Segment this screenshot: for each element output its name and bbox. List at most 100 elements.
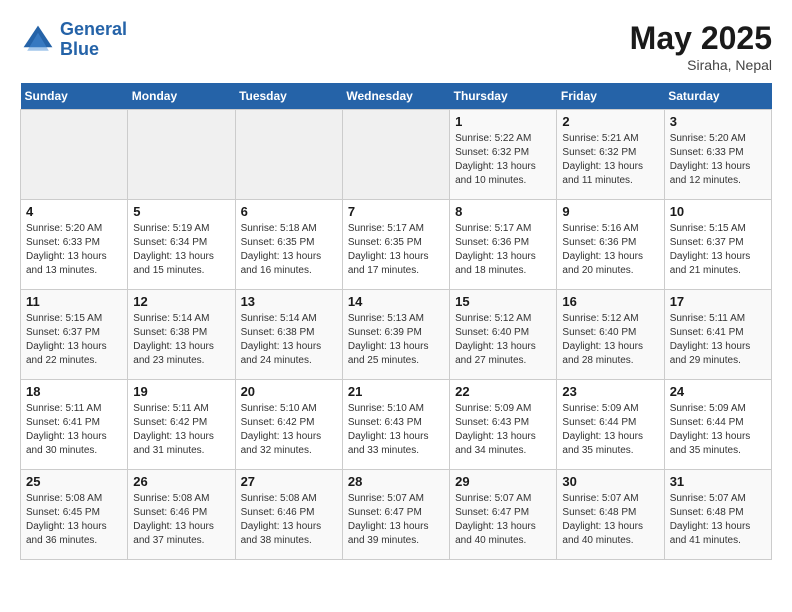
day-number: 18	[26, 384, 122, 399]
header-saturday: Saturday	[664, 83, 771, 110]
header-row: Sunday Monday Tuesday Wednesday Thursday…	[21, 83, 772, 110]
day-number: 11	[26, 294, 122, 309]
logo-text: General Blue	[60, 20, 127, 60]
table-cell: 10Sunrise: 5:15 AM Sunset: 6:37 PM Dayli…	[664, 200, 771, 290]
cell-content: Sunrise: 5:07 AM Sunset: 6:47 PM Dayligh…	[348, 492, 444, 548]
day-number: 13	[241, 294, 337, 309]
day-number: 1	[455, 114, 551, 129]
cell-content: Sunrise: 5:07 AM Sunset: 6:48 PM Dayligh…	[562, 492, 658, 548]
day-number: 2	[562, 114, 658, 129]
table-cell: 1 Sunrise: 5:22 AM Sunset: 6:32 PM Daylig…	[450, 110, 557, 200]
cell-content: Sunrise: 5:09 AM Sunset: 6:44 PM Dayligh…	[670, 402, 766, 458]
logo-icon	[20, 22, 56, 58]
header-sunday: Sunday	[21, 83, 128, 110]
day-number: 6	[241, 204, 337, 219]
logo-line1: General	[60, 19, 127, 39]
table-cell: 26Sunrise: 5:08 AM Sunset: 6:46 PM Dayli…	[128, 470, 235, 560]
month-year: May 2025	[630, 20, 772, 57]
header-wednesday: Wednesday	[342, 83, 449, 110]
table-cell: 27 Sunrise: 5:08 AM Sunset: 6:46 PM Dayli…	[235, 470, 342, 560]
table-cell	[235, 110, 342, 200]
table-cell: 2Sunrise: 5:21 AM Sunset: 6:32 PM Daylig…	[557, 110, 664, 200]
week-row-1: 4Sunrise: 5:20 AM Sunset: 6:33 PM Daylig…	[21, 200, 772, 290]
cell-content: Sunrise: 5:10 AM Sunset: 6:42 PM Dayligh…	[241, 402, 337, 458]
table-cell: 23 Sunrise: 5:09 AM Sunset: 6:44 PM Dayli…	[557, 380, 664, 470]
cell-content: Sunrise: 5:07 AM Sunset: 6:47 PM Dayligh…	[455, 492, 551, 548]
day-number: 16	[562, 294, 658, 309]
cell-content: Sunrise: 5:12 AM Sunset: 6:40 PM Dayligh…	[455, 312, 551, 368]
cell-content: Sunrise: 5:10 AM Sunset: 6:43 PM Dayligh…	[348, 402, 444, 458]
table-cell	[342, 110, 449, 200]
header-thursday: Thursday	[450, 83, 557, 110]
logo-line2: Blue	[60, 39, 99, 59]
day-number: 14	[348, 294, 444, 309]
table-cell: 20 Sunrise: 5:10 AM Sunset: 6:42 PM Dayli…	[235, 380, 342, 470]
cell-content: Sunrise: 5:09 AM Sunset: 6:43 PM Dayligh…	[455, 402, 551, 458]
cell-content: Sunrise: 5:11 AM Sunset: 6:41 PM Dayligh…	[26, 402, 122, 458]
day-number: 29	[455, 474, 551, 489]
table-cell: 18 Sunrise: 5:11 AM Sunset: 6:41 PM Dayli…	[21, 380, 128, 470]
day-number: 7	[348, 204, 444, 219]
table-cell: 25 Sunrise: 5:08 AM Sunset: 6:45 PM Dayli…	[21, 470, 128, 560]
day-number: 30	[562, 474, 658, 489]
cell-content: Sunrise: 5:17 AM Sunset: 6:35 PM Dayligh…	[348, 222, 444, 278]
day-number: 8	[455, 204, 551, 219]
page-header: General Blue May 2025 Siraha, Nepal	[20, 20, 772, 73]
table-cell: 5Sunrise: 5:19 AM Sunset: 6:34 PM Daylig…	[128, 200, 235, 290]
table-cell: 30 Sunrise: 5:07 AM Sunset: 6:48 PM Dayli…	[557, 470, 664, 560]
table-cell: 4Sunrise: 5:20 AM Sunset: 6:33 PM Daylig…	[21, 200, 128, 290]
header-monday: Monday	[128, 83, 235, 110]
cell-content: Sunrise: 5:22 AM Sunset: 6:32 PM Dayligh…	[455, 132, 551, 188]
day-number: 31	[670, 474, 766, 489]
table-cell: 16 Sunrise: 5:12 AM Sunset: 6:40 PM Dayli…	[557, 290, 664, 380]
day-number: 27	[241, 474, 337, 489]
table-cell	[128, 110, 235, 200]
cell-content: Sunrise: 5:20 AM Sunset: 6:33 PM Dayligh…	[670, 132, 766, 188]
table-cell: 12Sunrise: 5:14 AM Sunset: 6:38 PM Dayli…	[128, 290, 235, 380]
cell-content: Sunrise: 5:07 AM Sunset: 6:48 PM Dayligh…	[670, 492, 766, 548]
cell-content: Sunrise: 5:16 AM Sunset: 6:36 PM Dayligh…	[562, 222, 658, 278]
table-cell: 29 Sunrise: 5:07 AM Sunset: 6:47 PM Dayli…	[450, 470, 557, 560]
cell-content: Sunrise: 5:17 AM Sunset: 6:36 PM Dayligh…	[455, 222, 551, 278]
cell-content: Sunrise: 5:08 AM Sunset: 6:46 PM Dayligh…	[241, 492, 337, 548]
table-cell: 6 Sunrise: 5:18 AM Sunset: 6:35 PM Daylig…	[235, 200, 342, 290]
title-block: May 2025 Siraha, Nepal	[630, 20, 772, 73]
cell-content: Sunrise: 5:13 AM Sunset: 6:39 PM Dayligh…	[348, 312, 444, 368]
table-cell: 13Sunrise: 5:14 AM Sunset: 6:38 PM Dayli…	[235, 290, 342, 380]
cell-content: Sunrise: 5:18 AM Sunset: 6:35 PM Dayligh…	[241, 222, 337, 278]
day-number: 28	[348, 474, 444, 489]
cell-content: Sunrise: 5:14 AM Sunset: 6:38 PM Dayligh…	[133, 312, 229, 368]
cell-content: Sunrise: 5:09 AM Sunset: 6:44 PM Dayligh…	[562, 402, 658, 458]
cell-content: Sunrise: 5:11 AM Sunset: 6:41 PM Dayligh…	[670, 312, 766, 368]
day-number: 19	[133, 384, 229, 399]
cell-content: Sunrise: 5:19 AM Sunset: 6:34 PM Dayligh…	[133, 222, 229, 278]
day-number: 15	[455, 294, 551, 309]
table-cell: 28 Sunrise: 5:07 AM Sunset: 6:47 PM Dayli…	[342, 470, 449, 560]
cell-content: Sunrise: 5:12 AM Sunset: 6:40 PM Dayligh…	[562, 312, 658, 368]
table-cell: 19Sunrise: 5:11 AM Sunset: 6:42 PM Dayli…	[128, 380, 235, 470]
day-number: 25	[26, 474, 122, 489]
table-cell	[21, 110, 128, 200]
table-cell: 22 Sunrise: 5:09 AM Sunset: 6:43 PM Dayli…	[450, 380, 557, 470]
table-cell: 11 Sunrise: 5:15 AM Sunset: 6:37 PM Dayli…	[21, 290, 128, 380]
table-cell: 31 Sunrise: 5:07 AM Sunset: 6:48 PM Dayli…	[664, 470, 771, 560]
week-row-4: 25 Sunrise: 5:08 AM Sunset: 6:45 PM Dayli…	[21, 470, 772, 560]
cell-content: Sunrise: 5:15 AM Sunset: 6:37 PM Dayligh…	[670, 222, 766, 278]
day-number: 20	[241, 384, 337, 399]
day-number: 9	[562, 204, 658, 219]
cell-content: Sunrise: 5:15 AM Sunset: 6:37 PM Dayligh…	[26, 312, 122, 368]
day-number: 23	[562, 384, 658, 399]
header-friday: Friday	[557, 83, 664, 110]
table-cell: 17 Sunrise: 5:11 AM Sunset: 6:41 PM Dayli…	[664, 290, 771, 380]
cell-content: Sunrise: 5:08 AM Sunset: 6:45 PM Dayligh…	[26, 492, 122, 548]
day-number: 3	[670, 114, 766, 129]
day-number: 17	[670, 294, 766, 309]
table-cell: 7 Sunrise: 5:17 AM Sunset: 6:35 PM Daylig…	[342, 200, 449, 290]
day-number: 22	[455, 384, 551, 399]
location: Siraha, Nepal	[630, 57, 772, 73]
day-number: 21	[348, 384, 444, 399]
week-row-2: 11 Sunrise: 5:15 AM Sunset: 6:37 PM Dayli…	[21, 290, 772, 380]
table-cell: 21 Sunrise: 5:10 AM Sunset: 6:43 PM Dayli…	[342, 380, 449, 470]
day-number: 4	[26, 204, 122, 219]
table-cell: 8 Sunrise: 5:17 AM Sunset: 6:36 PM Daylig…	[450, 200, 557, 290]
